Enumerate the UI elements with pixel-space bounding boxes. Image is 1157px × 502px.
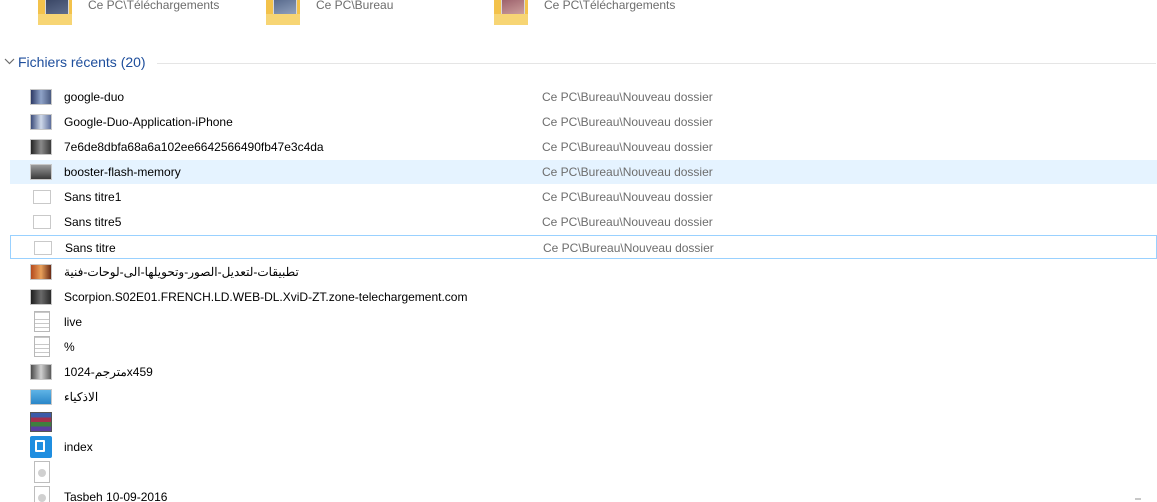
file-name: google-duo — [64, 90, 125, 104]
file-row[interactable]: Scorpion.S02E01.FRENCH.LD.WEB-DL.XviD-ZT… — [10, 285, 1157, 309]
image-icon — [30, 164, 52, 180]
folder-icon — [266, 0, 300, 25]
generic-file-icon — [34, 461, 50, 483]
file-location: Ce PC\Bureau\Nouveau dossier — [542, 90, 713, 104]
file-location: Ce PC\Bureau\Nouveau dossier — [542, 190, 713, 204]
file-name: Sans titre — [65, 241, 116, 255]
file-name: Google-Duo-Application-iPhone — [64, 115, 233, 129]
file-name: 7e6de8dbfa68a6a102ee6642566490fb47e3c4da — [64, 140, 324, 154]
file-name: Scorpion.S02E01.FRENCH.LD.WEB-DL.XviD-ZT… — [64, 290, 468, 304]
generic-file-icon — [34, 486, 50, 502]
group-divider — [157, 63, 1156, 64]
image-icon — [30, 139, 52, 155]
file-row[interactable]: % — [10, 335, 1157, 359]
file-row[interactable]: الاذكياء — [10, 385, 1157, 409]
file-row[interactable]: Google-Duo-Application-iPhone Ce PC\Bure… — [10, 110, 1157, 134]
file-name: booster-flash-memory — [64, 165, 181, 179]
file-name: live — [64, 315, 83, 329]
file-row-focused[interactable]: Sans titre Ce PC\Bureau\Nouveau dossier — [10, 235, 1157, 259]
resize-grip[interactable] — [1135, 498, 1141, 500]
file-row[interactable]: index — [10, 435, 1157, 459]
image-icon — [30, 264, 52, 280]
blank-image-icon — [33, 190, 51, 204]
pinned-folder[interactable]: Ce PC\Téléchargements — [38, 0, 278, 26]
recent-files-group-header[interactable]: Fichiers récents (20) — [0, 52, 1157, 74]
image-icon — [30, 389, 52, 405]
group-title: Fichiers récents (20) — [18, 54, 146, 70]
pinned-folder[interactable]: Ce PC\Bureau — [266, 0, 506, 26]
app-icon — [30, 436, 52, 458]
file-row[interactable]: 7e6de8dbfa68a6a102ee6642566490fb47e3c4da… — [10, 135, 1157, 159]
pinned-folder-location: Ce PC\Bureau — [316, 0, 394, 12]
image-icon — [30, 364, 52, 380]
chevron-down-icon[interactable] — [4, 56, 15, 67]
image-icon — [30, 289, 52, 305]
file-name: index — [64, 440, 93, 454]
blank-image-icon — [34, 241, 52, 255]
file-row[interactable] — [10, 460, 1157, 484]
archive-icon — [30, 412, 52, 432]
file-location: Ce PC\Bureau\Nouveau dossier — [542, 115, 713, 129]
pinned-folder[interactable]: Ce PC\Téléchargements — [494, 0, 734, 26]
file-row-partial[interactable]: Tasbeh 10-09-2016 — [10, 485, 1157, 502]
pinned-folder-location: Ce PC\Téléchargements — [544, 0, 676, 12]
pinned-folders: Ce PC\Téléchargements Ce PC\Bureau Ce PC… — [0, 0, 1157, 26]
file-name: الاذكياء — [64, 390, 99, 404]
file-row-hovered[interactable]: booster-flash-memory Ce PC\Bureau\Nouvea… — [10, 160, 1157, 184]
file-row[interactable]: 1024-مترجمx459 — [10, 360, 1157, 384]
file-name: تطبيقات-لتعديل-الصور-وتحويلها-الى-لوحات-… — [64, 265, 299, 279]
file-row[interactable]: google-duo Ce PC\Bureau\Nouveau dossier — [10, 85, 1157, 109]
text-file-icon — [34, 336, 50, 357]
file-name: 1024-مترجمx459 — [64, 365, 153, 379]
image-icon — [30, 89, 52, 105]
file-name: % — [64, 340, 75, 354]
image-icon — [30, 114, 52, 130]
file-name: Tasbeh 10-09-2016 — [64, 490, 168, 502]
blank-image-icon — [33, 215, 51, 229]
folder-icon — [38, 0, 72, 25]
file-location: Ce PC\Bureau\Nouveau dossier — [542, 215, 713, 229]
file-row[interactable]: Sans titre5 Ce PC\Bureau\Nouveau dossier — [10, 210, 1157, 234]
pinned-folder-location: Ce PC\Téléchargements — [88, 0, 220, 12]
file-location: Ce PC\Bureau\Nouveau dossier — [543, 241, 714, 255]
folder-icon — [494, 0, 528, 25]
file-row[interactable]: live — [10, 310, 1157, 334]
file-location: Ce PC\Bureau\Nouveau dossier — [542, 140, 713, 154]
file-name: Sans titre5 — [64, 215, 122, 229]
file-row[interactable] — [10, 410, 1157, 434]
text-file-icon — [34, 311, 50, 332]
file-location: Ce PC\Bureau\Nouveau dossier — [542, 165, 713, 179]
file-name: Sans titre1 — [64, 190, 122, 204]
file-row[interactable]: Sans titre1 Ce PC\Bureau\Nouveau dossier — [10, 185, 1157, 209]
file-row[interactable]: تطبيقات-لتعديل-الصور-وتحويلها-الى-لوحات-… — [10, 260, 1157, 284]
